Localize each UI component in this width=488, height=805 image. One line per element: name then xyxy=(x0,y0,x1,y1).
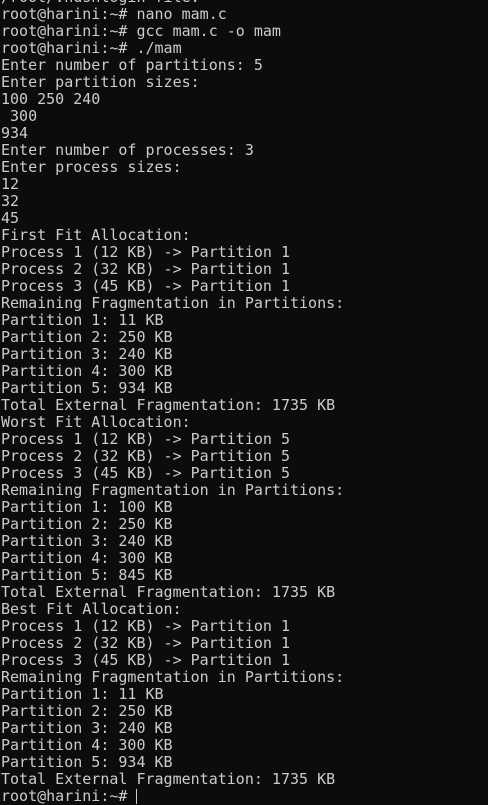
terminal-line: Best Fit Allocation: xyxy=(1,600,182,618)
command-prompt-line[interactable]: root@harini:~# xyxy=(1,788,344,805)
terminal-line: Total External Fragmentation: 1735 KB xyxy=(1,583,336,601)
terminal-line: Partition 5: 845 KB xyxy=(1,566,173,584)
terminal-line: 934 xyxy=(1,124,29,142)
terminal-line: Partition 2: 250 KB xyxy=(1,702,173,720)
terminal-line: Process 2 (32 KB) -> Partition 1 xyxy=(1,634,290,652)
text-cursor xyxy=(136,789,138,804)
terminal-line: Partition 4: 300 KB xyxy=(1,362,173,380)
prompt: root@harini:~# xyxy=(1,787,137,805)
terminal-line: Enter number of partitions: 5 xyxy=(1,56,263,74)
terminal-line: Remaining Fragmentation in Partitions: xyxy=(1,481,345,499)
terminal-line: Total External Fragmentation: 1735 KB xyxy=(1,396,336,414)
terminal-line: Enter partition sizes: xyxy=(1,73,200,91)
terminal-line: Partition 4: 300 KB xyxy=(1,549,173,567)
terminal-line: Partition 1: 11 KB xyxy=(1,311,164,329)
terminal-line: 100 250 240 xyxy=(1,90,101,108)
terminal-line: First Fit Allocation: xyxy=(1,226,191,244)
terminal-line: Partition 3: 240 KB xyxy=(1,532,173,550)
terminal-line: Partition 2: 250 KB xyxy=(1,515,173,533)
terminal-line: Process 3 (45 KB) -> Partition 5 xyxy=(1,464,290,482)
terminal-output[interactable]: /root/.hushlogin file.root@harini:~# nan… xyxy=(1,0,344,805)
terminal-line: Worst Fit Allocation: xyxy=(1,413,191,431)
terminal-line: Partition 1: 11 KB xyxy=(1,685,164,703)
terminal-line: Partition 5: 934 KB xyxy=(1,753,173,771)
terminal-line: root@harini:~# ./mam xyxy=(1,39,182,57)
terminal-line: Partition 4: 300 KB xyxy=(1,736,173,754)
terminal-line: Total External Fragmentation: 1735 KB xyxy=(1,770,336,788)
terminal-line: Remaining Fragmentation in Partitions: xyxy=(1,668,345,686)
terminal-line: Process 1 (12 KB) -> Partition 1 xyxy=(1,243,290,261)
terminal-line: Process 1 (12 KB) -> Partition 5 xyxy=(1,430,290,448)
terminal-line: 12 xyxy=(1,175,20,193)
terminal-line: Process 2 (32 KB) -> Partition 5 xyxy=(1,447,290,465)
terminal-line: Partition 1: 100 KB xyxy=(1,498,173,516)
terminal-line: Partition 3: 240 KB xyxy=(1,345,173,363)
terminal-line: root@harini:~# gcc mam.c -o mam xyxy=(1,22,281,40)
terminal-line: Partition 3: 240 KB xyxy=(1,719,173,737)
terminal-line: Enter number of processes: 3 xyxy=(1,141,254,159)
terminal-line: 300 xyxy=(1,107,38,125)
terminal-line: Process 2 (32 KB) -> Partition 1 xyxy=(1,260,290,278)
terminal-line: 32 xyxy=(1,192,20,210)
terminal-line: root@harini:~# nano mam.c xyxy=(1,5,227,23)
terminal-line: Enter process sizes: xyxy=(1,158,182,176)
terminal-line: Process 1 (12 KB) -> Partition 1 xyxy=(1,617,290,635)
terminal-line: Process 3 (45 KB) -> Partition 1 xyxy=(1,277,290,295)
terminal-line: 45 xyxy=(1,209,20,227)
terminal-line: Partition 2: 250 KB xyxy=(1,328,173,346)
terminal-line: Partition 5: 934 KB xyxy=(1,379,173,397)
terminal-line: Process 3 (45 KB) -> Partition 1 xyxy=(1,651,290,669)
terminal-line: Remaining Fragmentation in Partitions: xyxy=(1,294,345,312)
